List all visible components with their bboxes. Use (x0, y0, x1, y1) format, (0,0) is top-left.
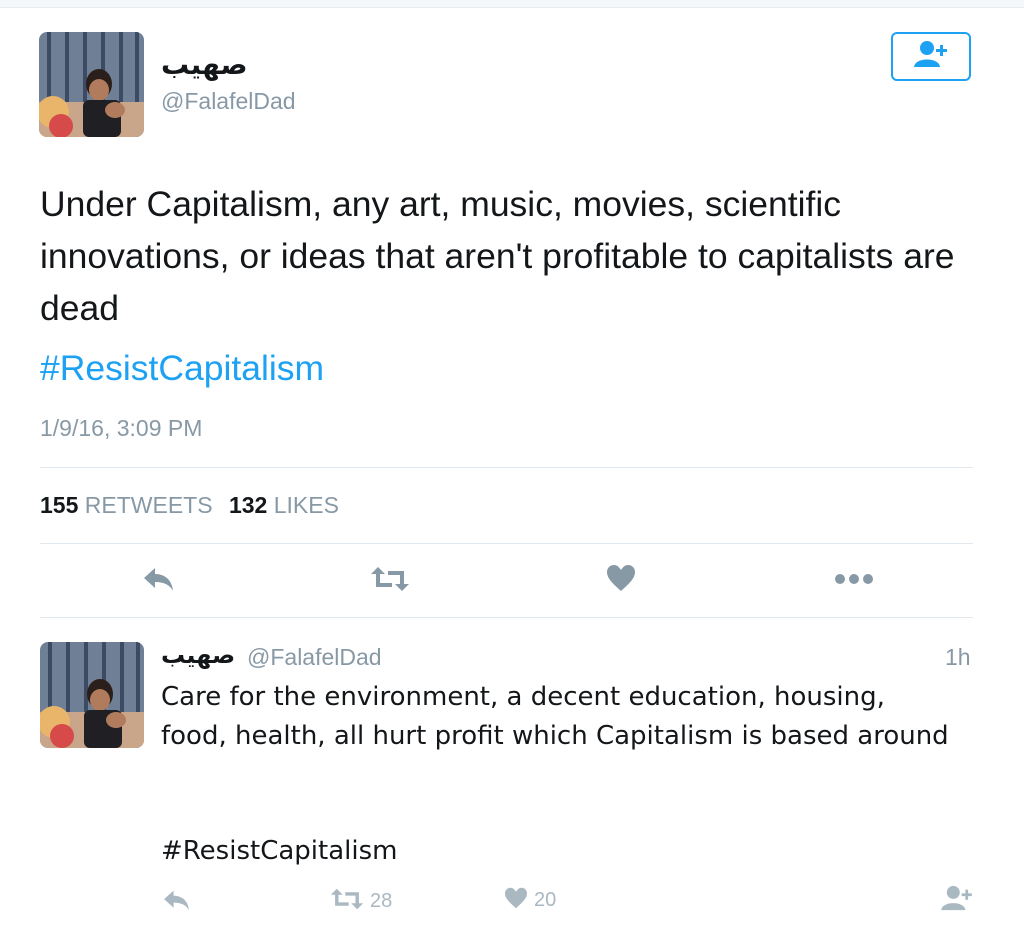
heart-icon (504, 887, 528, 914)
hashtag-link[interactable]: #ResistCapitalism (40, 348, 324, 389)
avatar[interactable] (40, 642, 144, 748)
like-button[interactable] (606, 564, 636, 597)
reply-icon (162, 888, 192, 917)
more-icon (834, 572, 874, 591)
retweets-count[interactable]: 155 (40, 492, 78, 518)
tweet-timestamp[interactable]: 1/9/16, 3:09 PM (40, 415, 202, 442)
tweet-stats: 155 RETWEETS 132 LIKES (40, 492, 349, 519)
avatar[interactable] (39, 32, 144, 137)
add-user-icon (913, 40, 949, 73)
add-user-icon (940, 885, 974, 916)
retweet-icon (370, 565, 410, 598)
divider (40, 543, 973, 544)
reply-button[interactable] (142, 565, 176, 598)
reply-tweet-text: Care for the environment, a decent educa… (161, 682, 949, 751)
follow-button[interactable] (891, 32, 971, 81)
reply-hashtag-link[interactable]: #ResistCapitalism (161, 836, 397, 866)
display-name[interactable]: صهيب (161, 48, 248, 81)
reply-follow-button[interactable] (940, 885, 974, 916)
reply-like-button[interactable]: 20 (504, 887, 556, 914)
tweet-text: Under Capitalism, any art, music, movies… (40, 184, 955, 328)
reply-user-handle[interactable]: @FalafelDad (247, 644, 382, 671)
retweet-icon (330, 887, 364, 916)
reply-time[interactable]: 1h (945, 644, 971, 671)
likes-label[interactable]: LIKES (274, 492, 339, 518)
likes-count[interactable]: 132 (229, 492, 267, 518)
more-button[interactable] (834, 572, 874, 591)
reply-retweet-count: 28 (370, 890, 393, 912)
reply-like-count: 20 (534, 889, 557, 911)
heart-icon (606, 564, 636, 597)
reply-display-name[interactable]: صهيب (161, 641, 235, 669)
retweet-button[interactable] (370, 565, 410, 598)
retweets-label[interactable]: RETWEETS (85, 492, 213, 518)
divider (40, 467, 973, 468)
reply-icon (142, 565, 176, 598)
reply-retweet-button[interactable]: 28 (330, 887, 392, 916)
divider (40, 617, 973, 618)
top-border (0, 0, 1024, 8)
user-handle[interactable]: @FalafelDad (161, 88, 296, 115)
reply-reply-button[interactable] (162, 888, 192, 917)
